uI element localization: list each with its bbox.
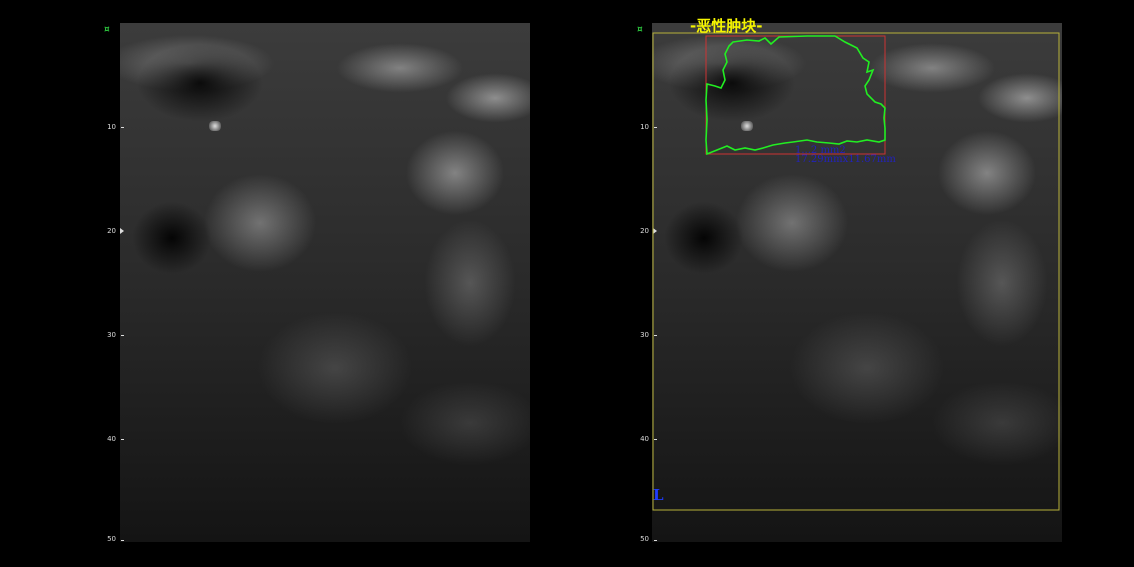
- depth-tick-mark: [121, 540, 124, 541]
- annotated-ultrasound-pane: ¤ 10 20 30 40 50 -恶性肿块- 1...2 mm2 17.29m…: [567, 0, 1134, 567]
- depth-tick-label: 40: [107, 435, 116, 443]
- ultrasound-image: [120, 23, 530, 542]
- depth-tick-mark: [121, 335, 124, 336]
- orientation-marker-icon: ¤: [104, 25, 110, 35]
- lesion-bounding-box: [705, 35, 886, 155]
- original-ultrasound-pane: ¤ 10 20 30 40 50: [0, 0, 567, 567]
- depth-ruler: ¤ 10 20 30 40 50: [96, 23, 126, 543]
- depth-tick-label: 10: [107, 123, 116, 131]
- laterality-marker: L: [653, 486, 664, 504]
- depth-tick-label: 20: [107, 227, 116, 235]
- depth-tick-label: 50: [107, 535, 116, 543]
- focus-marker-icon: [120, 228, 124, 234]
- lesion-dimensions-text: 17.29mmx11.67mm: [795, 154, 896, 165]
- annotation-overlay: [652, 32, 1060, 511]
- depth-tick-mark: [121, 439, 124, 440]
- depth-tick-label: 30: [107, 331, 116, 339]
- lesion-contour: [705, 35, 886, 156]
- roi-box: [652, 32, 1060, 511]
- echogenic-spot: [209, 121, 221, 131]
- depth-tick-mark: [121, 127, 124, 128]
- lesion-classification-label: -恶性肿块-: [690, 17, 763, 35]
